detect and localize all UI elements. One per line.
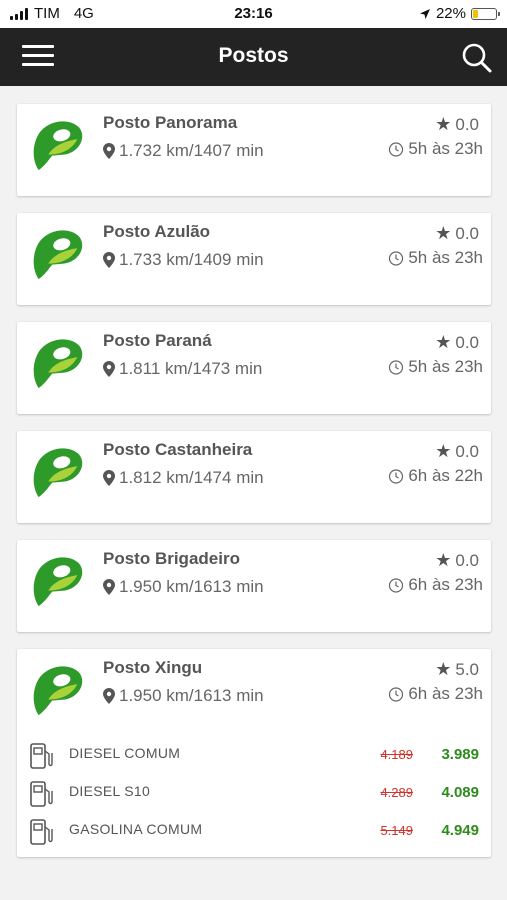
station-card[interactable]: Posto Brigadeiro 1.950 km/1613 min ★ 0.0… xyxy=(17,540,491,632)
distance-text: 1.812 km/1474 min xyxy=(119,468,264,487)
station-rating: ★ 0.0 xyxy=(435,550,479,571)
station-distance: 1.950 km/1613 min xyxy=(103,686,264,706)
fuel-row: GASOLINA COMUM 5.149 4.949 xyxy=(29,815,479,853)
star-icon: ★ xyxy=(435,550,452,570)
station-name: Posto Azulão xyxy=(103,222,211,241)
station-logo-icon xyxy=(33,121,83,171)
clock-icon xyxy=(389,251,404,266)
clock-icon xyxy=(389,687,404,702)
fuel-row: DIESEL S10 4.289 4.089 xyxy=(29,777,479,815)
fuel-new-price: 4.089 xyxy=(441,784,479,801)
fuel-name: DIESEL S10 xyxy=(69,783,151,799)
distance-text: 1.950 km/1613 min xyxy=(119,686,264,705)
station-distance: 1.811 km/1473 min xyxy=(103,359,262,379)
distance-text: 1.732 km/1407 min xyxy=(119,141,264,160)
fuel-name: DIESEL COMUM xyxy=(69,745,181,761)
station-card[interactable]: Posto Azulão 1.733 km/1409 min ★ 0.0 5h … xyxy=(17,213,491,305)
hours-text: 5h às 23h xyxy=(408,357,483,376)
battery-percent: 22% xyxy=(435,5,466,22)
rating-value: 0.0 xyxy=(455,114,479,134)
battery-icon xyxy=(471,7,500,20)
station-list: Posto Panorama 1.732 km/1407 min ★ 0.0 5… xyxy=(17,104,491,874)
station-logo-icon xyxy=(33,339,83,389)
fuel-pump-icon xyxy=(30,819,53,845)
station-logo-icon xyxy=(33,557,83,607)
fuel-new-price: 3.989 xyxy=(441,746,479,763)
distance-text: 1.950 km/1613 min xyxy=(119,577,264,596)
station-hours: 5h às 23h xyxy=(388,357,483,377)
station-card-expanded[interactable]: Posto Xingu 1.950 km/1613 min ★ 5.0 6h à… xyxy=(17,649,491,857)
hours-text: 6h às 22h xyxy=(408,466,483,485)
station-name: Posto Paraná xyxy=(103,331,212,350)
distance-text: 1.811 km/1473 min xyxy=(119,359,263,378)
station-name: Posto Xingu xyxy=(103,658,203,677)
fuel-price-list: DIESEL COMUM 4.189 3.989 DIESEL S10 4.28… xyxy=(29,739,479,853)
distance-text: 1.733 km/1409 min xyxy=(119,250,264,269)
station-distance: 1.950 km/1613 min xyxy=(103,577,264,597)
map-pin-icon xyxy=(103,470,115,486)
station-logo-icon xyxy=(33,448,83,498)
station-rating: ★ 0.0 xyxy=(435,332,479,353)
station-name: Posto Brigadeiro xyxy=(103,549,240,568)
station-hours: 5h às 23h xyxy=(388,248,483,268)
rating-value: 0.0 xyxy=(455,550,479,570)
star-icon: ★ xyxy=(435,114,452,134)
rating-value: 0.0 xyxy=(455,441,479,461)
star-icon: ★ xyxy=(435,659,452,679)
clock-icon xyxy=(389,360,404,375)
hours-text: 5h às 23h xyxy=(408,248,483,267)
search-icon[interactable] xyxy=(461,42,493,74)
station-hours: 6h às 23h xyxy=(388,575,483,595)
station-hours: 6h às 22h xyxy=(388,466,483,486)
clock-icon xyxy=(389,142,404,157)
station-rating: ★ 0.0 xyxy=(435,223,479,244)
app-header: Postos xyxy=(0,28,507,86)
rating-value: 0.0 xyxy=(455,332,479,352)
fuel-old-price: 4.289 xyxy=(380,785,413,800)
clock-icon xyxy=(389,469,404,484)
station-hours: 6h às 23h xyxy=(388,684,483,704)
hours-text: 6h às 23h xyxy=(408,575,483,594)
status-bar: TIM 4G 23:16 22% xyxy=(0,0,507,28)
station-name: Posto Castanheira xyxy=(103,440,253,459)
station-card[interactable]: Posto Castanheira 1.812 km/1474 min ★ 0.… xyxy=(17,431,491,523)
hours-text: 5h às 23h xyxy=(408,139,483,158)
rating-value: 5.0 xyxy=(455,659,479,679)
station-logo-icon xyxy=(33,666,83,716)
fuel-new-price: 4.949 xyxy=(441,822,479,839)
fuel-old-price: 4.189 xyxy=(380,747,413,762)
star-icon: ★ xyxy=(435,441,452,461)
star-icon: ★ xyxy=(435,223,452,243)
fuel-pump-icon xyxy=(30,743,53,769)
map-pin-icon xyxy=(103,252,115,268)
status-right: 22% xyxy=(419,5,500,22)
station-rating: ★ 0.0 xyxy=(435,441,479,462)
map-pin-icon xyxy=(103,361,115,377)
map-pin-icon xyxy=(103,143,115,159)
station-name: Posto Panorama xyxy=(103,113,238,132)
station-distance: 1.733 km/1409 min xyxy=(103,250,264,270)
fuel-name: GASOLINA COMUM xyxy=(69,821,203,837)
hours-text: 6h às 23h xyxy=(408,684,483,703)
station-card[interactable]: Posto Paraná 1.811 km/1473 min ★ 0.0 5h … xyxy=(17,322,491,414)
page-title: Postos xyxy=(218,44,289,67)
station-distance: 1.812 km/1474 min xyxy=(103,468,264,488)
station-card[interactable]: Posto Panorama 1.732 km/1407 min ★ 0.0 5… xyxy=(17,104,491,196)
fuel-row: DIESEL COMUM 4.189 3.989 xyxy=(29,739,479,777)
station-logo-icon xyxy=(33,230,83,280)
station-rating: ★ 5.0 xyxy=(435,659,479,680)
station-distance: 1.732 km/1407 min xyxy=(103,141,264,161)
station-hours: 5h às 23h xyxy=(388,139,483,159)
station-rating: ★ 0.0 xyxy=(435,114,479,135)
rating-value: 0.0 xyxy=(455,223,479,243)
fuel-old-price: 5.149 xyxy=(380,823,413,838)
clock-icon xyxy=(389,578,404,593)
star-icon: ★ xyxy=(435,332,452,352)
location-arrow-icon xyxy=(419,8,430,19)
map-pin-icon xyxy=(103,688,115,704)
map-pin-icon xyxy=(103,579,115,595)
fuel-pump-icon xyxy=(30,781,53,807)
